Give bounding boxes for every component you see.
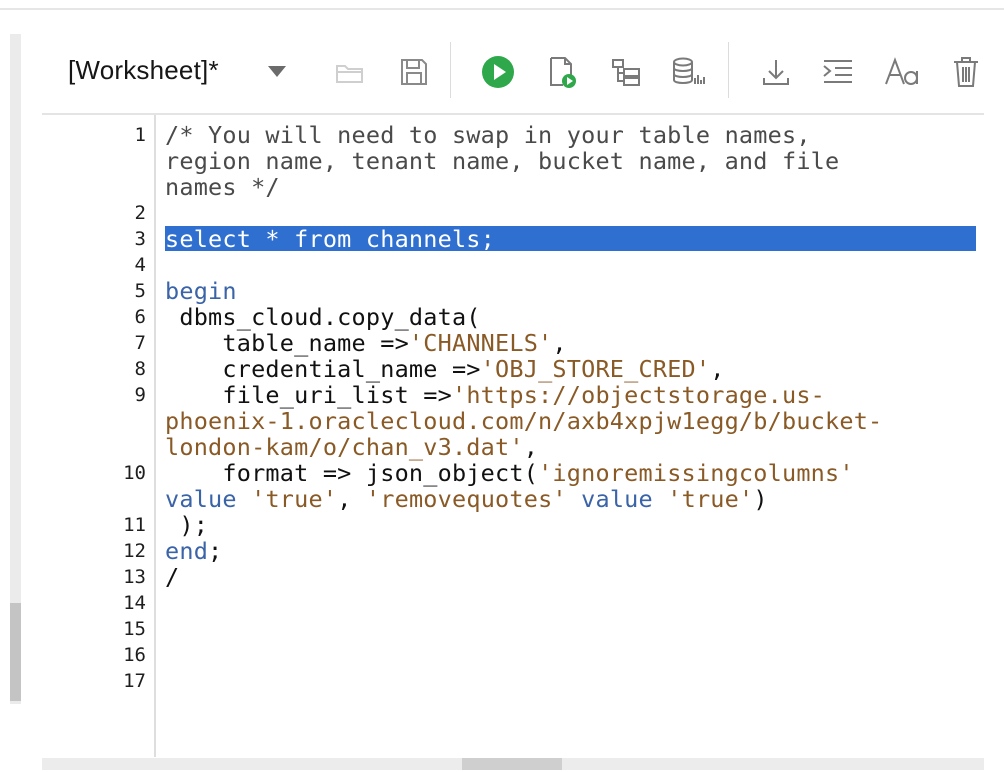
line-number: 9 [134, 384, 146, 406]
delete-icon[interactable] [948, 54, 984, 90]
worksheet-toolbar: [Worksheet]* [42, 40, 1004, 104]
line-number: 14 [123, 592, 146, 614]
code-line: credential_name =>'OBJ_STORE_CRED', [165, 356, 725, 382]
line-number: 5 [134, 280, 146, 302]
code-token: format => json_object( [165, 459, 539, 487]
line-number: 10 [123, 462, 146, 484]
line-number: 12 [123, 540, 146, 562]
code-line: begin [165, 277, 237, 305]
run-statement-icon[interactable] [480, 54, 516, 90]
code-line: file_uri_list =>'https://objectstorage.u… [165, 382, 825, 408]
line-number: 11 [123, 514, 146, 536]
keyword: value [165, 485, 237, 513]
gutter-divider [154, 115, 156, 757]
code-token: table_name => [165, 329, 409, 357]
line-number: 3 [134, 228, 146, 250]
editor-top-border [42, 113, 984, 115]
code-line: ); [165, 511, 209, 539]
line-number: 17 [123, 670, 146, 692]
line-number: 8 [134, 358, 146, 380]
top-border [0, 8, 1004, 10]
line-number: 16 [123, 644, 146, 666]
download-icon[interactable] [758, 54, 794, 90]
code-line: dbms_cloud.copy_data( [165, 303, 481, 331]
code-line: format => json_object('ignoremissingcolu… [165, 460, 854, 486]
code-token: ) [753, 485, 768, 513]
code-token: , [710, 355, 725, 383]
code-line: names */ [165, 173, 280, 201]
worksheet-title[interactable]: [Worksheet]* [68, 55, 219, 86]
font-case-icon[interactable] [884, 54, 920, 90]
line-number: 1 [134, 124, 146, 146]
format-icon[interactable] [820, 54, 856, 90]
code-line-selected: select * from channels; [165, 225, 496, 253]
code-line: phoenix-1.oraclecloud.com/n/axb4xpjw1egg… [165, 407, 883, 435]
explain-plan-icon[interactable] [608, 54, 644, 90]
chevron-down-icon[interactable] [268, 66, 286, 77]
code-token: ; [208, 537, 223, 565]
code-line: / [165, 563, 180, 591]
string-literal: 'ignoremissingcolumns' [538, 459, 854, 487]
code-token: , [337, 485, 366, 513]
horizontal-scrollbar-thumb[interactable] [462, 758, 562, 770]
code-line: end; [165, 538, 222, 564]
string-literal: 'true' [251, 485, 338, 513]
left-scrollbar-thumb[interactable] [10, 603, 21, 701]
string-literal: 'CHANNELS' [408, 329, 553, 357]
code-token: , [523, 433, 539, 461]
toolbar-divider [450, 42, 451, 98]
string-literal: london-kam/o/chan_v3.dat' [165, 433, 524, 461]
line-number: 13 [123, 566, 146, 588]
string-literal: 'true' [667, 485, 754, 513]
line-number: 7 [134, 332, 146, 354]
keyword: end [165, 537, 209, 565]
line-number: 6 [134, 306, 146, 328]
code-line: region name, tenant name, bucket name, a… [165, 147, 840, 175]
line-number: 2 [134, 202, 146, 224]
line-number: 4 [134, 254, 146, 276]
keyword: value [581, 485, 653, 513]
code-token: credential_name => [165, 355, 481, 383]
save-icon[interactable] [396, 54, 432, 90]
string-literal: 'removequotes' [365, 485, 567, 513]
autotrace-icon[interactable] [670, 54, 706, 90]
code-token: file_uri_list => [165, 381, 452, 409]
run-script-icon[interactable] [544, 54, 580, 90]
code-line: value 'true', 'removequotes' value 'true… [165, 486, 768, 512]
code-token: , [552, 329, 567, 357]
string-literal: 'https://objectstorage.us- [451, 381, 826, 409]
open-folder-icon[interactable] [332, 54, 368, 90]
code-line: table_name =>'CHANNELS', [165, 330, 567, 356]
code-line: london-kam/o/chan_v3.dat', [165, 434, 538, 460]
string-literal: 'OBJ_STORE_CRED' [480, 355, 711, 383]
line-number: 15 [123, 618, 146, 640]
code-line: /* You will need to swap in your table n… [165, 121, 811, 149]
toolbar-divider [728, 42, 729, 98]
